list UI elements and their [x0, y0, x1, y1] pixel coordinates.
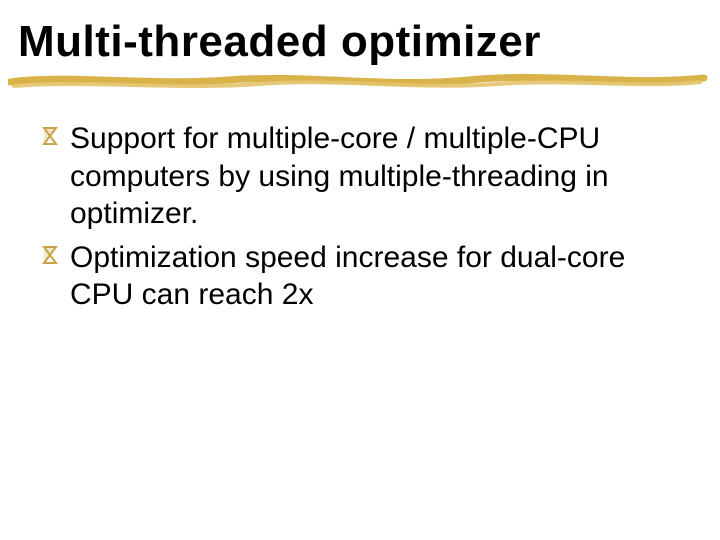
slide-title: Multi-threaded optimizer: [18, 18, 702, 66]
title-underline: [18, 72, 702, 86]
underline-stroke: [8, 68, 708, 92]
title-block: Multi-threaded optimizer: [18, 18, 702, 86]
slide: Multi-threaded optimizer Support for mul…: [0, 0, 720, 540]
bullet-icon: [40, 245, 62, 267]
bullet-text: Support for multiple-core / multiple-CPU…: [70, 122, 609, 230]
bullet-item: Support for multiple-core / multiple-CPU…: [40, 120, 660, 233]
bullet-item: Optimization speed increase for dual-cor…: [40, 239, 660, 314]
bullet-text: Optimization speed increase for dual-cor…: [70, 241, 625, 312]
slide-body: Support for multiple-core / multiple-CPU…: [40, 120, 660, 320]
bullet-icon: [40, 126, 62, 148]
